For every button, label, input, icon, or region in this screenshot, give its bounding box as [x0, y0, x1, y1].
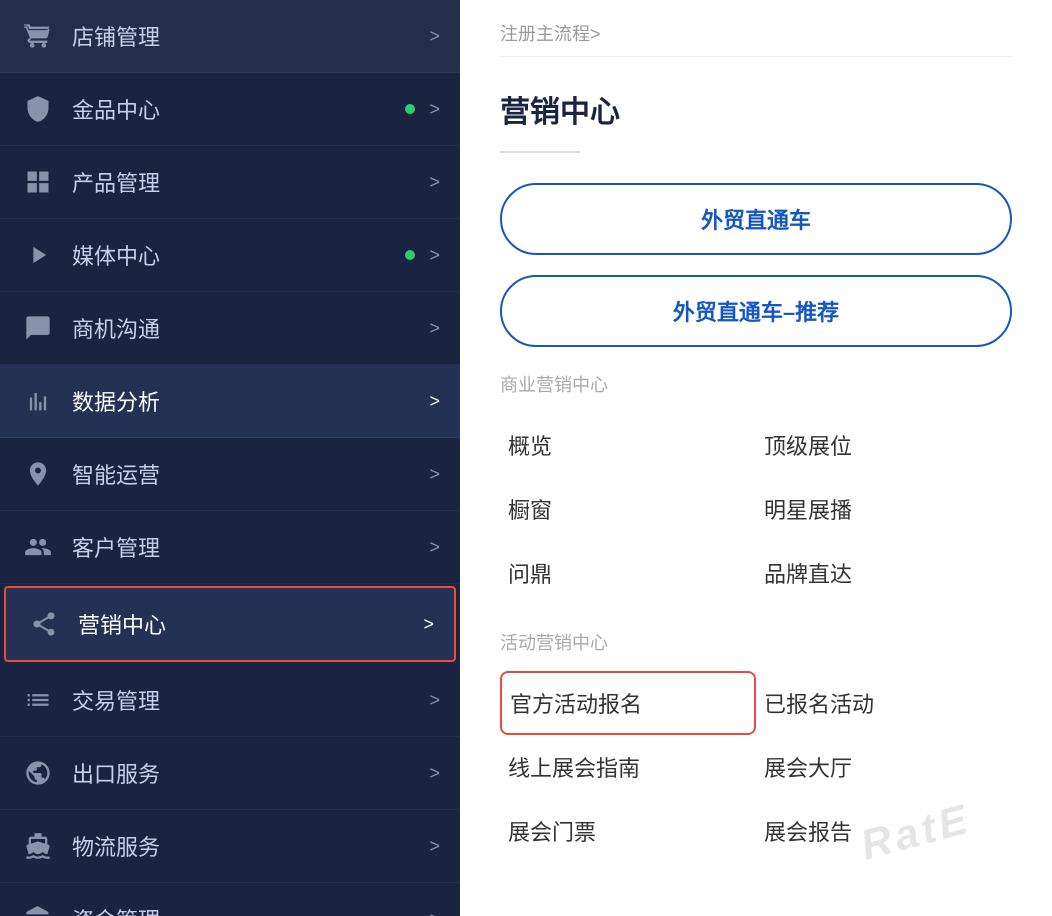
- breadcrumb-text: 注册主流程>: [500, 24, 601, 44]
- list-icon: [20, 682, 56, 718]
- sidebar-label-media: 媒体中心: [72, 239, 405, 271]
- menu-item-expo-ticket[interactable]: 展会门票: [500, 799, 756, 863]
- sidebar-arrow-shop: >: [429, 26, 440, 47]
- menu-item-window[interactable]: 橱窗: [500, 477, 756, 541]
- sidebar-arrow-export: >: [429, 763, 440, 784]
- category-business-marketing: 商业营销中心: [500, 371, 1012, 397]
- menu-item-expo-hall[interactable]: 展会大厅: [756, 735, 1012, 799]
- sidebar-arrow-data: >: [429, 391, 440, 412]
- sidebar-arrow-finance: >: [429, 909, 440, 916]
- sidebar-item-finance[interactable]: 资金管理 >: [0, 883, 460, 916]
- activity-marketing-grid: 官方活动报名 已报名活动 线上展会指南 展会大厅 展会门票 展会报告: [500, 671, 1012, 863]
- menu-item-registered-activity[interactable]: 已报名活动: [756, 671, 1012, 735]
- page-title: 营销中心: [500, 87, 1012, 131]
- sidebar-label-export: 出口服务: [72, 757, 405, 789]
- menu-item-official-activity[interactable]: 官方活动报名: [500, 671, 756, 735]
- grid-icon: [20, 164, 56, 200]
- sidebar-item-media[interactable]: 媒体中心 >: [0, 219, 460, 292]
- sidebar-item-export[interactable]: 出口服务 >: [0, 737, 460, 810]
- sidebar-arrow-trade: >: [429, 690, 440, 711]
- shield-icon: [20, 91, 56, 127]
- play-icon: [20, 237, 56, 273]
- sidebar-label-trade: 交易管理: [72, 684, 405, 716]
- sidebar-label-business: 商机沟通: [72, 312, 405, 344]
- ship-icon: [20, 828, 56, 864]
- sidebar-item-trade[interactable]: 交易管理 >: [0, 664, 460, 737]
- user-icon: [20, 529, 56, 565]
- btn-waimaodirectcar[interactable]: 外贸直通车: [500, 183, 1012, 255]
- chat-icon: [20, 310, 56, 346]
- breadcrumb: 注册主流程>: [500, 0, 1012, 57]
- sidebar-item-jinpin[interactable]: 金品中心 >: [0, 73, 460, 146]
- sidebar-label-product: 产品管理: [72, 166, 405, 198]
- menu-item-wendingG[interactable]: 问鼎: [500, 541, 756, 605]
- menu-item-overview[interactable]: 概览: [500, 413, 756, 477]
- sidebar-arrow-media: >: [429, 245, 440, 266]
- sidebar-arrow-jinpin: >: [429, 99, 440, 120]
- main-panel: 注册主流程> 营销中心 外贸直通车 外贸直通车–推荐 商业营销中心 概览 顶级展…: [460, 0, 1052, 916]
- sidebar-item-business[interactable]: 商机沟通 >: [0, 292, 460, 365]
- sidebar-label-smart: 智能运营: [72, 458, 405, 490]
- sidebar-label-marketing: 营销中心: [78, 608, 399, 640]
- menu-item-topexhibit[interactable]: 顶级展位: [756, 413, 1012, 477]
- share-icon: [26, 606, 62, 642]
- sidebar-arrow-smart: >: [429, 464, 440, 485]
- bar-icon: [20, 383, 56, 419]
- shop-icon: [20, 18, 56, 54]
- sidebar-label-finance: 资金管理: [72, 903, 405, 916]
- location-icon: [20, 456, 56, 492]
- sidebar-arrow-product: >: [429, 172, 440, 193]
- bank-icon: [20, 901, 56, 916]
- menu-item-expo-report[interactable]: 展会报告: [756, 799, 1012, 863]
- sidebar-item-shop[interactable]: 店铺管理 >: [0, 0, 460, 73]
- sidebar-item-marketing[interactable]: 营销中心 >: [4, 586, 456, 662]
- menu-item-branddirect[interactable]: 品牌直达: [756, 541, 1012, 605]
- media-dot: [405, 250, 415, 260]
- sidebar-label-logistics: 物流服务: [72, 830, 405, 862]
- sidebar-item-smart[interactable]: 智能运营 >: [0, 438, 460, 511]
- sidebar-item-logistics[interactable]: 物流服务 >: [0, 810, 460, 883]
- sidebar-item-data[interactable]: 数据分析 >: [0, 365, 460, 438]
- menu-item-starshow[interactable]: 明星展播: [756, 477, 1012, 541]
- jinpin-dot: [405, 104, 415, 114]
- sidebar-label-customer: 客户管理: [72, 531, 405, 563]
- sidebar-arrow-marketing: >: [423, 614, 434, 635]
- sidebar-label-shop: 店铺管理: [72, 20, 405, 52]
- sidebar-arrow-business: >: [429, 318, 440, 339]
- sidebar-label-jinpin: 金品中心: [72, 93, 405, 125]
- globe-icon: [20, 755, 56, 791]
- business-marketing-grid: 概览 顶级展位 橱窗 明星展播 问鼎 品牌直达: [500, 413, 1012, 605]
- btn-waimaodirectcar-recommend[interactable]: 外贸直通车–推荐: [500, 275, 1012, 347]
- category-activity-marketing: 活动营销中心: [500, 629, 1012, 655]
- sidebar-arrow-customer: >: [429, 537, 440, 558]
- sidebar-label-data: 数据分析: [72, 385, 405, 417]
- sidebar-item-product[interactable]: 产品管理 >: [0, 146, 460, 219]
- sidebar-item-customer[interactable]: 客户管理 >: [0, 511, 460, 584]
- menu-item-online-expo-guide[interactable]: 线上展会指南: [500, 735, 756, 799]
- sidebar: 店铺管理 > 金品中心 > 产品管理 > 媒体中心 > 商机沟通 >: [0, 0, 460, 916]
- sidebar-arrow-logistics: >: [429, 836, 440, 857]
